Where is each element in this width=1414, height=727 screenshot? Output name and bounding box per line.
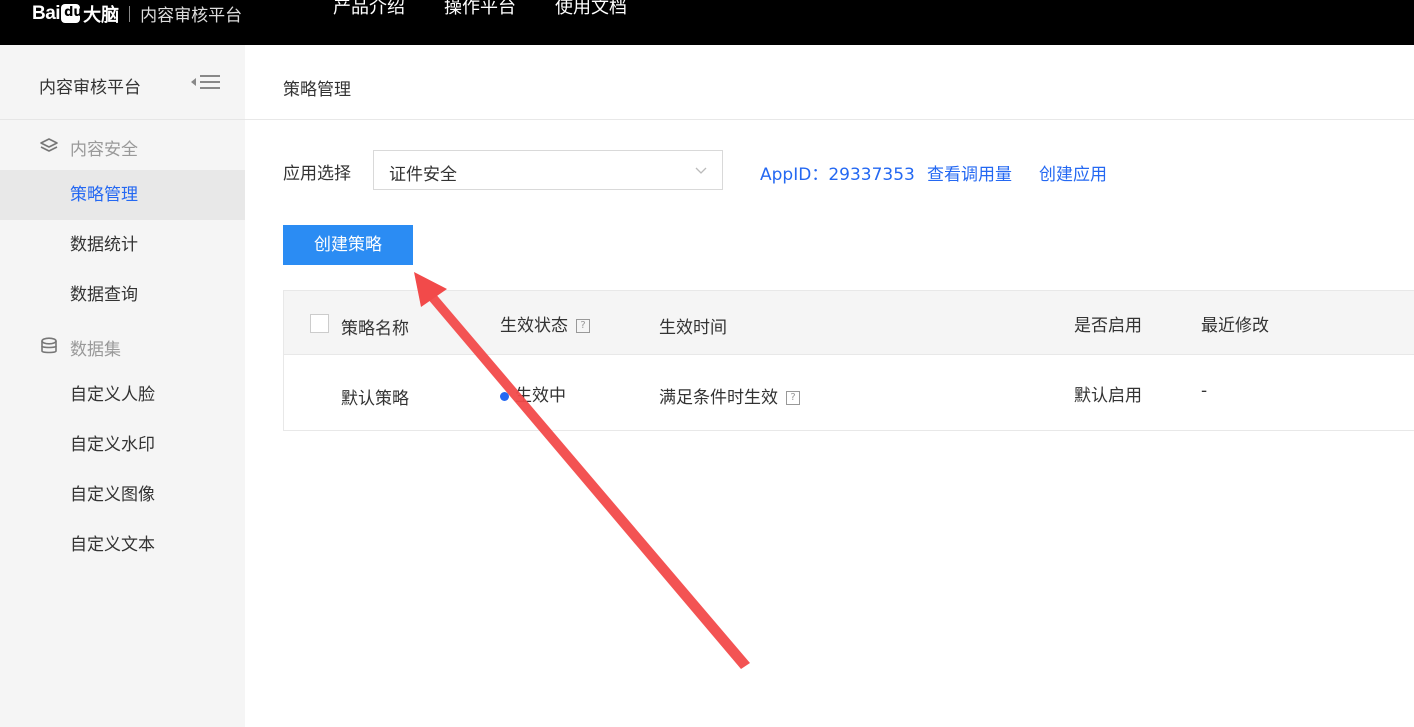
sidebar: 内容审核平台 内容安全 策略管理 数据统计 数据查询 数据集 自定义人脸 自定义… <box>0 45 245 727</box>
app-select-value: 证件安全 <box>389 165 457 185</box>
top-nav: 产品介绍 操作平台 使用文档 <box>333 0 666 22</box>
enabled-cell: 默认启用 <box>1074 386 1142 406</box>
select-all-checkbox[interactable] <box>310 314 329 333</box>
column-header-time: 生效时间 <box>659 318 727 338</box>
baidu-brain-logo[interactable]: Bai du 大脑 内容审核平台 <box>32 0 242 27</box>
platform-title: 内容审核平台 <box>140 6 243 26</box>
sidebar-header: 内容审核平台 <box>0 45 245 120</box>
logo-text-danao: 大脑 <box>83 4 120 26</box>
effective-time-text: 满足条件时生效 <box>659 388 778 408</box>
app-id-label: AppID：29337353 <box>760 165 915 185</box>
app-select-label: 应用选择 <box>283 164 351 184</box>
sidebar-item-custom-image[interactable]: 自定义图像 <box>0 470 245 520</box>
nav-product-intro[interactable]: 产品介绍 <box>333 0 405 22</box>
create-app-link[interactable]: 创建应用 <box>1039 160 1107 185</box>
create-strategy-button[interactable]: 创建策略 <box>283 225 413 265</box>
logo-text-du: du <box>64 5 83 20</box>
column-header-status-label: 生效状态 <box>500 316 568 336</box>
sidebar-item-custom-face[interactable]: 自定义人脸 <box>0 370 245 420</box>
header-divider <box>245 119 1414 120</box>
logo-divider <box>129 5 131 22</box>
paw-icon: du <box>61 4 83 23</box>
nav-console[interactable]: 操作平台 <box>444 0 516 22</box>
sidebar-item-data-query[interactable]: 数据查询 <box>0 270 245 320</box>
nav-docs[interactable]: 使用文档 <box>555 0 627 22</box>
logo-text-bai: Bai <box>32 2 61 24</box>
column-header-modified: 最近修改 <box>1201 316 1269 336</box>
layers-icon <box>40 138 58 152</box>
column-header-enabled: 是否启用 <box>1074 316 1142 336</box>
chevron-down-icon <box>695 167 707 174</box>
status-text: 生效中 <box>515 386 566 406</box>
help-icon[interactable]: ? <box>576 319 590 333</box>
sidebar-group-dataset[interactable]: 数据集 <box>0 320 245 370</box>
status-dot-icon <box>500 391 509 401</box>
sidebar-group-label: 内容安全 <box>70 140 138 160</box>
help-icon[interactable]: ? <box>786 391 800 405</box>
column-header-status: 生效状态? <box>500 311 590 336</box>
collapse-menu-icon[interactable] <box>191 73 221 93</box>
sidebar-group-label: 数据集 <box>70 340 121 360</box>
view-usage-link[interactable]: 查看调用量 <box>927 160 1012 185</box>
modified-cell: - <box>1201 381 1208 401</box>
breadcrumb: 策略管理 <box>283 80 351 100</box>
sidebar-item-data-statistics[interactable]: 数据统计 <box>0 220 245 270</box>
strategy-table: 策略名称 生效状态? 生效时间 是否启用 最近修改 默认策略 生效中 满足条件时… <box>283 290 1414 431</box>
sidebar-group-content-security[interactable]: 内容安全 <box>0 120 245 170</box>
effective-time-cell: 满足条件时生效? <box>659 383 800 408</box>
top-bar: Bai du 大脑 内容审核平台 产品介绍 操作平台 使用文档 <box>0 0 1414 45</box>
sidebar-item-strategy-management[interactable]: 策略管理 <box>0 170 245 220</box>
sidebar-item-custom-watermark[interactable]: 自定义水印 <box>0 420 245 470</box>
strategy-name-cell: 默认策略 <box>341 389 409 409</box>
sidebar-title: 内容审核平台 <box>39 78 141 98</box>
sidebar-item-custom-text[interactable]: 自定义文本 <box>0 520 245 570</box>
app-select-dropdown[interactable]: 证件安全 <box>373 150 723 190</box>
main-content: 策略管理 应用选择 证件安全 AppID：29337353 查看调用量 创建应用… <box>245 45 1414 727</box>
status-cell: 生效中 <box>500 381 566 406</box>
database-icon <box>41 337 57 354</box>
table-header: 策略名称 生效状态? 生效时间 是否启用 最近修改 <box>284 291 1414 355</box>
column-header-name: 策略名称 <box>341 319 409 339</box>
